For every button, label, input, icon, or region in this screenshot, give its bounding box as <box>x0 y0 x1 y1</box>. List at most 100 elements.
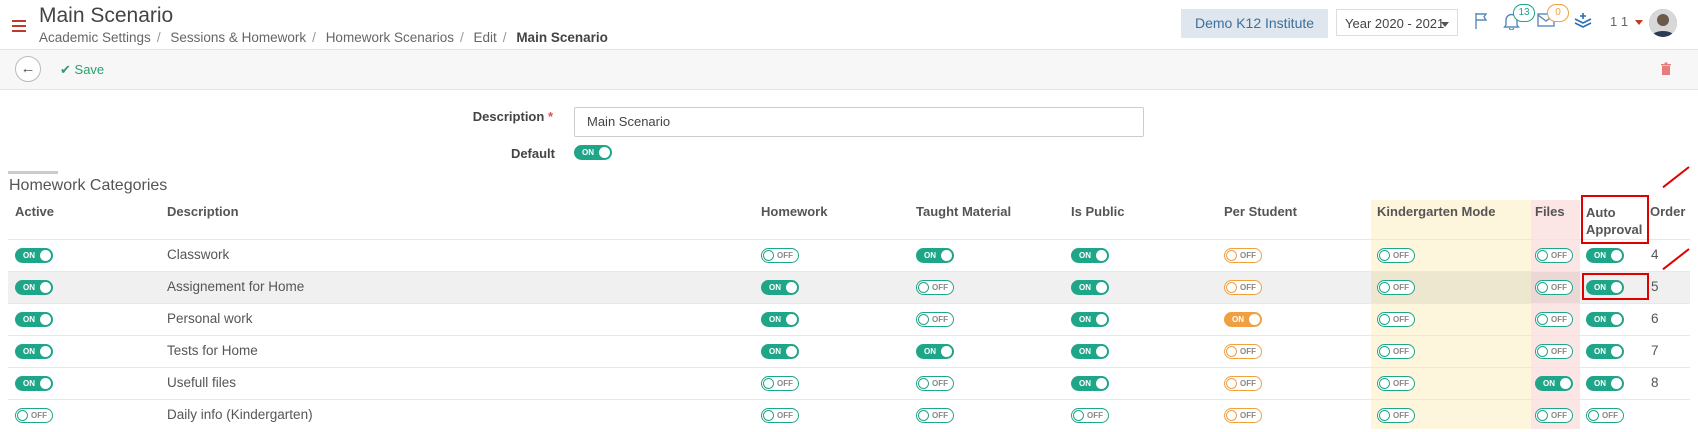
annotation-box <box>1581 195 1649 244</box>
description-input[interactable]: Main Scenario <box>574 107 1144 137</box>
save-button[interactable]: ✔ Save <box>60 62 104 78</box>
col-kindergarten-mode: Kindergarten Mode <box>1377 204 1496 219</box>
flag-icon[interactable] <box>1474 12 1490 35</box>
taught-material-toggle[interactable]: OFF <box>916 280 954 295</box>
back-button[interactable]: ← <box>15 56 41 82</box>
per-student-toggle[interactable]: OFF <box>1224 344 1262 359</box>
save-label: Save <box>74 62 105 77</box>
notifications-badge: 13 <box>1513 4 1535 22</box>
kindergarten-toggle[interactable]: OFF <box>1377 280 1415 295</box>
chevron-down-icon <box>1634 20 1643 26</box>
active-toggle[interactable]: ON <box>15 280 53 295</box>
files-toggle[interactable]: ON <box>1535 376 1573 391</box>
breadcrumb-current: Main Scenario <box>516 30 608 45</box>
taught-material-toggle[interactable]: OFF <box>916 376 954 391</box>
breadcrumb-item[interactable]: Sessions & Homework <box>170 30 306 45</box>
active-toggle[interactable]: ON <box>15 376 53 391</box>
per-student-toggle[interactable]: OFF <box>1224 280 1262 295</box>
col-homework: Homework <box>761 204 828 219</box>
default-toggle[interactable]: ON <box>574 145 612 160</box>
taught-material-toggle[interactable]: ON <box>916 344 954 359</box>
homework-toggle[interactable]: ON <box>761 280 799 295</box>
active-toggle[interactable]: ON <box>15 344 53 359</box>
taught-material-toggle[interactable]: OFF <box>916 408 954 423</box>
section-title: Homework Categories <box>9 177 168 194</box>
taught-material-toggle[interactable]: ON <box>916 248 954 263</box>
action-toolbar: ← ✔ Save <box>0 50 1698 90</box>
is-public-toggle[interactable]: ON <box>1071 312 1109 327</box>
auto-approval-toggle[interactable]: ON <box>1586 280 1624 295</box>
breadcrumb-item[interactable]: Academic Settings <box>39 30 151 45</box>
per-student-toggle[interactable]: OFF <box>1224 408 1262 423</box>
active-toggle[interactable]: ON <box>15 312 53 327</box>
top-bar: Main Scenario Academic Settings / Session… <box>0 0 1698 50</box>
avatar[interactable] <box>1649 9 1677 37</box>
row-description: Assignement for Home <box>167 279 305 294</box>
auto-approval-toggle[interactable]: ON <box>1586 248 1624 263</box>
table-row <box>8 367 1690 400</box>
is-public-toggle[interactable]: OFF <box>1071 408 1109 423</box>
is-public-toggle[interactable]: ON <box>1071 376 1109 391</box>
kindergarten-toggle[interactable]: OFF <box>1377 408 1415 423</box>
menu-icon[interactable] <box>12 20 26 35</box>
col-per-student: Per Student <box>1224 204 1297 219</box>
row-order: 5 <box>1651 279 1659 294</box>
year-select[interactable]: Year 2020 - 2021 <box>1336 9 1458 36</box>
homework-toggle[interactable]: OFF <box>761 408 799 423</box>
auto-approval-toggle[interactable]: OFF <box>1586 408 1624 423</box>
kindergarten-toggle[interactable]: OFF <box>1377 248 1415 263</box>
annotation-arrow <box>1662 166 1690 189</box>
bell-icon[interactable]: 13 <box>1503 4 1535 35</box>
auto-approval-toggle[interactable]: ON <box>1586 344 1624 359</box>
homework-toggle[interactable]: OFF <box>761 248 799 263</box>
apps-icon[interactable] <box>1574 12 1592 35</box>
files-toggle[interactable]: OFF <box>1535 408 1573 423</box>
kindergarten-toggle[interactable]: OFF <box>1377 344 1415 359</box>
kindergarten-toggle[interactable]: OFF <box>1377 376 1415 391</box>
is-public-toggle[interactable]: ON <box>1071 248 1109 263</box>
active-toggle[interactable]: ON <box>15 248 53 263</box>
year-label: Year 2020 - 2021 <box>1345 16 1445 31</box>
user-label: 1 1 <box>1610 14 1629 29</box>
breadcrumb-item[interactable]: Homework Scenarios <box>326 30 454 45</box>
col-description: Description <box>167 204 239 219</box>
homework-toggle[interactable]: ON <box>761 312 799 327</box>
section-divider <box>8 171 58 174</box>
files-toggle[interactable]: OFF <box>1535 344 1573 359</box>
row-order: 4 <box>1651 247 1659 262</box>
active-toggle[interactable]: OFF <box>15 408 53 423</box>
check-icon: ✔ <box>60 62 71 77</box>
user-menu[interactable]: 1 1 <box>1610 14 1643 29</box>
institute-button[interactable]: Demo K12 Institute <box>1181 9 1328 38</box>
kindergarten-toggle[interactable]: OFF <box>1377 312 1415 327</box>
homework-toggle[interactable]: OFF <box>761 376 799 391</box>
taught-material-toggle[interactable]: OFF <box>916 312 954 327</box>
chevron-down-icon <box>1441 22 1449 27</box>
table-row <box>8 303 1690 336</box>
row-description: Classwork <box>167 247 230 262</box>
row-order: 7 <box>1651 343 1659 358</box>
files-toggle[interactable]: OFF <box>1535 280 1573 295</box>
auto-approval-toggle[interactable]: ON <box>1586 312 1624 327</box>
files-toggle[interactable]: OFF <box>1535 312 1573 327</box>
auto-approval-toggle[interactable]: ON <box>1586 376 1624 391</box>
per-student-toggle[interactable]: OFF <box>1224 376 1262 391</box>
is-public-toggle[interactable]: ON <box>1071 280 1109 295</box>
homework-toggle[interactable]: ON <box>761 344 799 359</box>
col-taught-material: Taught Material <box>916 204 1012 219</box>
row-description: Daily info (Kindergarten) <box>167 407 313 422</box>
breadcrumb-item[interactable]: Edit <box>474 30 497 45</box>
breadcrumb: Academic Settings / Sessions & Homework / … <box>39 30 608 45</box>
col-active: Active <box>15 204 55 219</box>
description-label: Description * <box>440 109 553 124</box>
col-order: Order <box>1650 204 1686 219</box>
delete-button[interactable] <box>1660 62 1672 79</box>
per-student-toggle[interactable]: OFF <box>1224 248 1262 263</box>
row-description: Usefull files <box>167 375 237 390</box>
per-student-toggle[interactable]: ON <box>1224 312 1262 327</box>
mail-icon[interactable]: 0 <box>1537 4 1569 33</box>
row-order: 8 <box>1651 375 1659 390</box>
messages-badge: 0 <box>1547 4 1569 22</box>
files-toggle[interactable]: OFF <box>1535 248 1573 263</box>
is-public-toggle[interactable]: ON <box>1071 344 1109 359</box>
